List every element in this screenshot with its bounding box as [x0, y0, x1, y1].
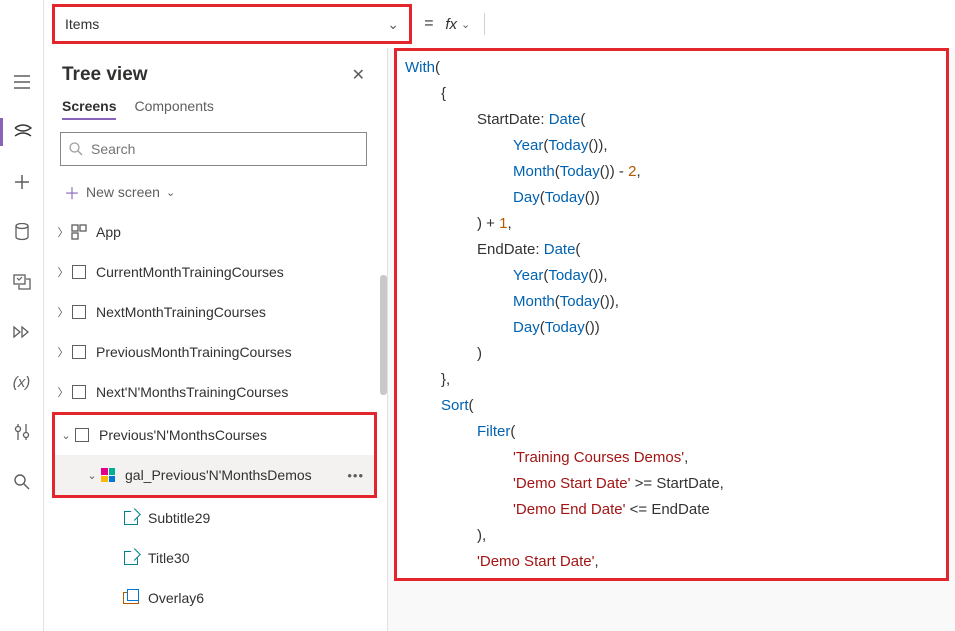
tree-item-label: Subtitle29 [148, 510, 210, 526]
tab-components[interactable]: Components [134, 98, 213, 120]
screen-icon [70, 343, 88, 361]
chevron-down-icon[interactable]: ⌄ [85, 469, 99, 482]
data-icon[interactable] [0, 218, 44, 246]
tree-item-control[interactable]: Subtitle29 [44, 498, 387, 538]
selected-tree-group: ⌄ Previous'N'MonthsCourses ⌄ gal_Previous'… [52, 412, 377, 498]
search-input[interactable] [91, 141, 358, 157]
chevron-right-icon[interactable]: 〉 [56, 344, 70, 360]
tab-screens[interactable]: Screens [62, 98, 116, 120]
chevron-right-icon[interactable]: 〉 [56, 264, 70, 280]
tree-item-control[interactable]: Title30 [44, 538, 387, 578]
tree-item-gallery[interactable]: ⌄ gal_Previous'N'MonthsDemos ••• [55, 455, 374, 495]
tree-item-control[interactable]: Overlay6 [44, 578, 387, 618]
variables-icon[interactable]: (x) [0, 368, 44, 396]
tree-item-label: Title30 [148, 550, 190, 566]
equals-label: = [424, 15, 433, 33]
tree-item-label: gal_Previous'N'MonthsDemos [125, 467, 312, 483]
tree-item-screen[interactable]: 〉 PreviousMonthTrainingCourses [44, 332, 387, 372]
overlay-icon [122, 589, 140, 607]
flows-icon[interactable] [0, 318, 44, 346]
tree-item-label: CurrentMonthTrainingCourses [96, 264, 284, 280]
tree-view-panel: Tree view ✕ Screens Components ＋ New scr… [44, 48, 388, 631]
close-icon[interactable]: ✕ [352, 65, 365, 85]
tree-item-screen[interactable]: 〉 NextMonthTrainingCourses [44, 292, 387, 332]
fx-button[interactable]: fx ⌄ [445, 13, 485, 35]
search-icon [69, 142, 83, 156]
app-icon [70, 223, 88, 241]
tree-item-app[interactable]: 〉 App [44, 212, 387, 252]
more-icon[interactable]: ••• [347, 468, 364, 483]
tree-item-screen[interactable]: 〉 Next'N'MonthsTrainingCourses [44, 372, 387, 412]
gallery-icon [99, 466, 117, 484]
canvas-area: With( { StartDate: Date( Year(Today()), … [388, 48, 955, 631]
property-selector[interactable]: Items ⌄ [52, 4, 412, 44]
screen-icon [70, 383, 88, 401]
tree-item-screen[interactable]: 〉 CurrentMonthTrainingCourses [44, 252, 387, 292]
scrollbar[interactable] [380, 275, 387, 395]
media-icon[interactable] [0, 268, 44, 296]
tree-view-title: Tree view [62, 64, 148, 86]
chevron-down-icon: ⌄ [166, 186, 175, 199]
tree-view-icon[interactable] [0, 118, 44, 146]
plus-icon: ＋ [64, 180, 80, 204]
tree-item-label: NextMonthTrainingCourses [96, 304, 266, 320]
formula-editor[interactable]: With( { StartDate: Date( Year(Today()), … [394, 48, 949, 581]
chevron-down-icon: ⌄ [387, 16, 399, 33]
left-iconbar: (x) [0, 0, 44, 631]
hamburger-icon[interactable] [0, 68, 44, 96]
tree-item-label: App [96, 224, 121, 240]
chevron-right-icon[interactable]: 〉 [56, 304, 70, 320]
tree-item-label: Next'N'MonthsTrainingCourses [96, 384, 288, 400]
insert-icon[interactable] [0, 168, 44, 196]
screen-icon [73, 426, 91, 444]
new-screen-button[interactable]: ＋ New screen ⌄ [58, 172, 369, 212]
label-icon [122, 549, 140, 567]
property-selector-value: Items [65, 16, 99, 32]
label-icon [122, 509, 140, 527]
formula-bar: Items ⌄ = fx ⌄ [44, 0, 955, 48]
screen-icon [70, 263, 88, 281]
chevron-right-icon[interactable]: 〉 [56, 384, 70, 400]
search-box[interactable] [60, 132, 367, 166]
chevron-down-icon: ⌄ [461, 18, 470, 31]
tree-item-label: Overlay6 [148, 590, 204, 606]
chevron-right-icon[interactable]: 〉 [56, 224, 70, 240]
settings-icon[interactable] [0, 418, 44, 446]
chevron-down-icon[interactable]: ⌄ [59, 429, 73, 442]
tree-item-screen[interactable]: ⌄ Previous'N'MonthsCourses [55, 415, 374, 455]
screen-icon [70, 303, 88, 321]
tree-item-label: PreviousMonthTrainingCourses [96, 344, 292, 360]
tree-items: 〉 App 〉 CurrentMonthTrainingCourses 〉 Next… [44, 212, 387, 631]
search-icon[interactable] [0, 468, 44, 496]
tree-item-label: Previous'N'MonthsCourses [99, 427, 267, 443]
